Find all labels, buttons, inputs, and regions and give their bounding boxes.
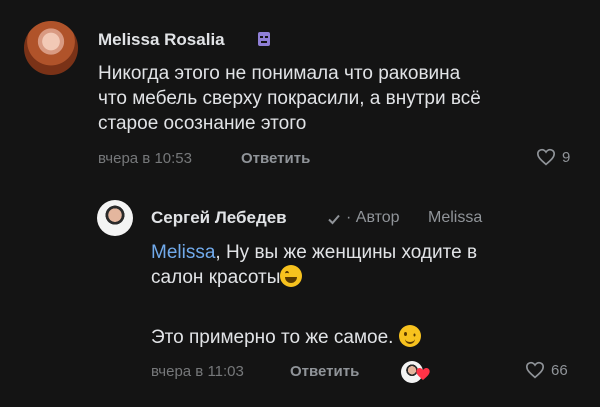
comment: Melissa Rosalia Никогда этого не понимал… (0, 0, 600, 180)
reply-button[interactable]: Ответить (290, 363, 359, 380)
comment-timestamp[interactable]: вчера в 11:03 (151, 363, 244, 380)
comment-author[interactable]: Сергей Лебедев (151, 208, 287, 228)
comment-author[interactable]: Melissa Rosalia (98, 30, 225, 50)
reply-button[interactable]: Ответить (241, 150, 310, 167)
like-button[interactable]: 66 (525, 361, 568, 379)
winking-emoji-icon (398, 325, 421, 347)
comment-text: Melissa, Ну вы же женщины ходите в салон… (151, 240, 581, 290)
author-tag: · Автор (346, 209, 400, 226)
comment-text: Никогда этого не понимала что раковина ч… (98, 63, 481, 134)
avatar[interactable] (24, 21, 78, 75)
mask-badge-icon (258, 32, 270, 46)
heart-outline-icon (536, 148, 556, 166)
laughing-emoji-icon (280, 265, 303, 287)
check-icon (328, 214, 340, 225)
red-heart-icon (416, 368, 430, 380)
reply-to-name[interactable]: Melissa (428, 209, 482, 227)
heart-outline-icon (525, 361, 545, 379)
like-count: 9 (562, 148, 571, 166)
comment-timestamp[interactable]: вчера в 10:53 (98, 150, 192, 167)
comment-text-second: Это примерно то же самое. (151, 325, 581, 350)
reply-comment: Сергей Лебедев · Автор Melissa Melissa, … (0, 190, 600, 407)
like-count: 66 (551, 361, 568, 379)
comment-text-body-2: Это примерно то же самое. (151, 327, 394, 348)
mention-link[interactable]: Melissa (151, 242, 215, 263)
avatar[interactable] (97, 200, 133, 236)
like-button[interactable]: 9 (536, 148, 570, 166)
